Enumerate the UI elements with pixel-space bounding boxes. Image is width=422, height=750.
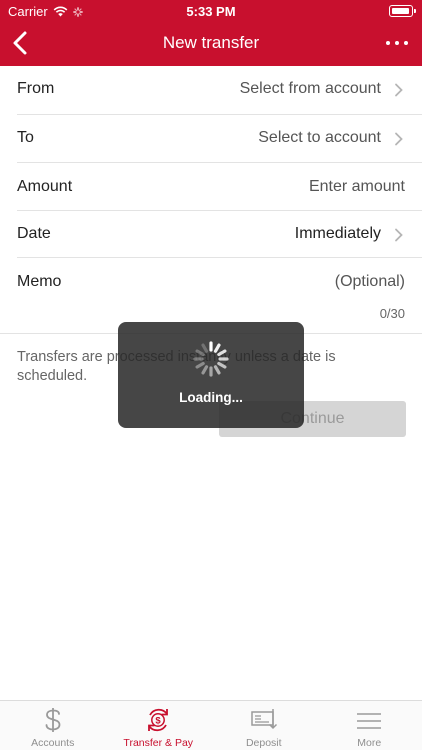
amount-row[interactable]: Amount Enter amount	[0, 164, 422, 212]
memo-character-counter: 0/30	[379, 306, 405, 321]
date-label: Date	[17, 225, 51, 242]
page-title: New transfer	[162, 33, 260, 52]
tab-label: Deposit	[245, 737, 282, 749]
battery-icon	[389, 5, 416, 17]
memo-label: Memo	[17, 273, 62, 290]
amount-label: Amount	[17, 178, 73, 195]
amount-input[interactable]: Enter amount	[309, 178, 405, 196]
divider	[17, 162, 422, 163]
tab-bar: Accounts $ Transfer & Pay Deposit More	[0, 700, 422, 750]
to-account-value: Select to account	[258, 129, 381, 146]
dot	[404, 41, 408, 45]
date-value: Immediately	[294, 225, 381, 242]
loading-overlay: Loading...	[118, 322, 304, 428]
memo-input[interactable]: (Optional)	[335, 273, 405, 291]
check-deposit-icon	[251, 709, 277, 730]
transfer-pay-icon: $	[148, 708, 169, 732]
from-account-row[interactable]: From Select from account	[0, 66, 422, 114]
tab-accounts[interactable]: Accounts	[0, 701, 106, 750]
loading-spinner-icon	[193, 341, 229, 377]
status-bar: Carrier 5:33 PM	[0, 0, 422, 22]
to-account-row[interactable]: To Select to account	[0, 115, 422, 163]
dollar-icon	[45, 708, 61, 732]
tab-transfer-pay[interactable]: $ Transfer & Pay	[106, 701, 212, 750]
to-label: To	[17, 129, 34, 146]
loading-text: Loading...	[179, 390, 243, 405]
tab-deposit[interactable]: Deposit	[211, 701, 317, 750]
status-time: 5:33 PM	[186, 4, 236, 19]
divider	[17, 257, 422, 258]
from-account-value: Select from account	[239, 80, 381, 97]
more-dots-icon[interactable]	[386, 38, 408, 48]
svg-text:$: $	[156, 716, 162, 727]
memo-row[interactable]: Memo (Optional)	[0, 259, 422, 307]
chevron-right-icon	[395, 228, 403, 242]
date-row[interactable]: Date Immediately	[0, 211, 422, 259]
tab-more[interactable]: More	[317, 701, 422, 750]
dot	[386, 41, 390, 45]
from-label: From	[17, 80, 55, 97]
tab-label: Accounts	[31, 737, 75, 749]
navigation-header: Carrier 5:33 PM New transfer	[0, 0, 422, 66]
chevron-right-icon	[395, 132, 403, 146]
tab-label: Transfer & Pay	[123, 737, 194, 749]
tab-label: More	[357, 737, 382, 749]
menu-icon	[357, 713, 382, 729]
dot	[395, 41, 399, 45]
chevron-right-icon	[395, 83, 403, 97]
